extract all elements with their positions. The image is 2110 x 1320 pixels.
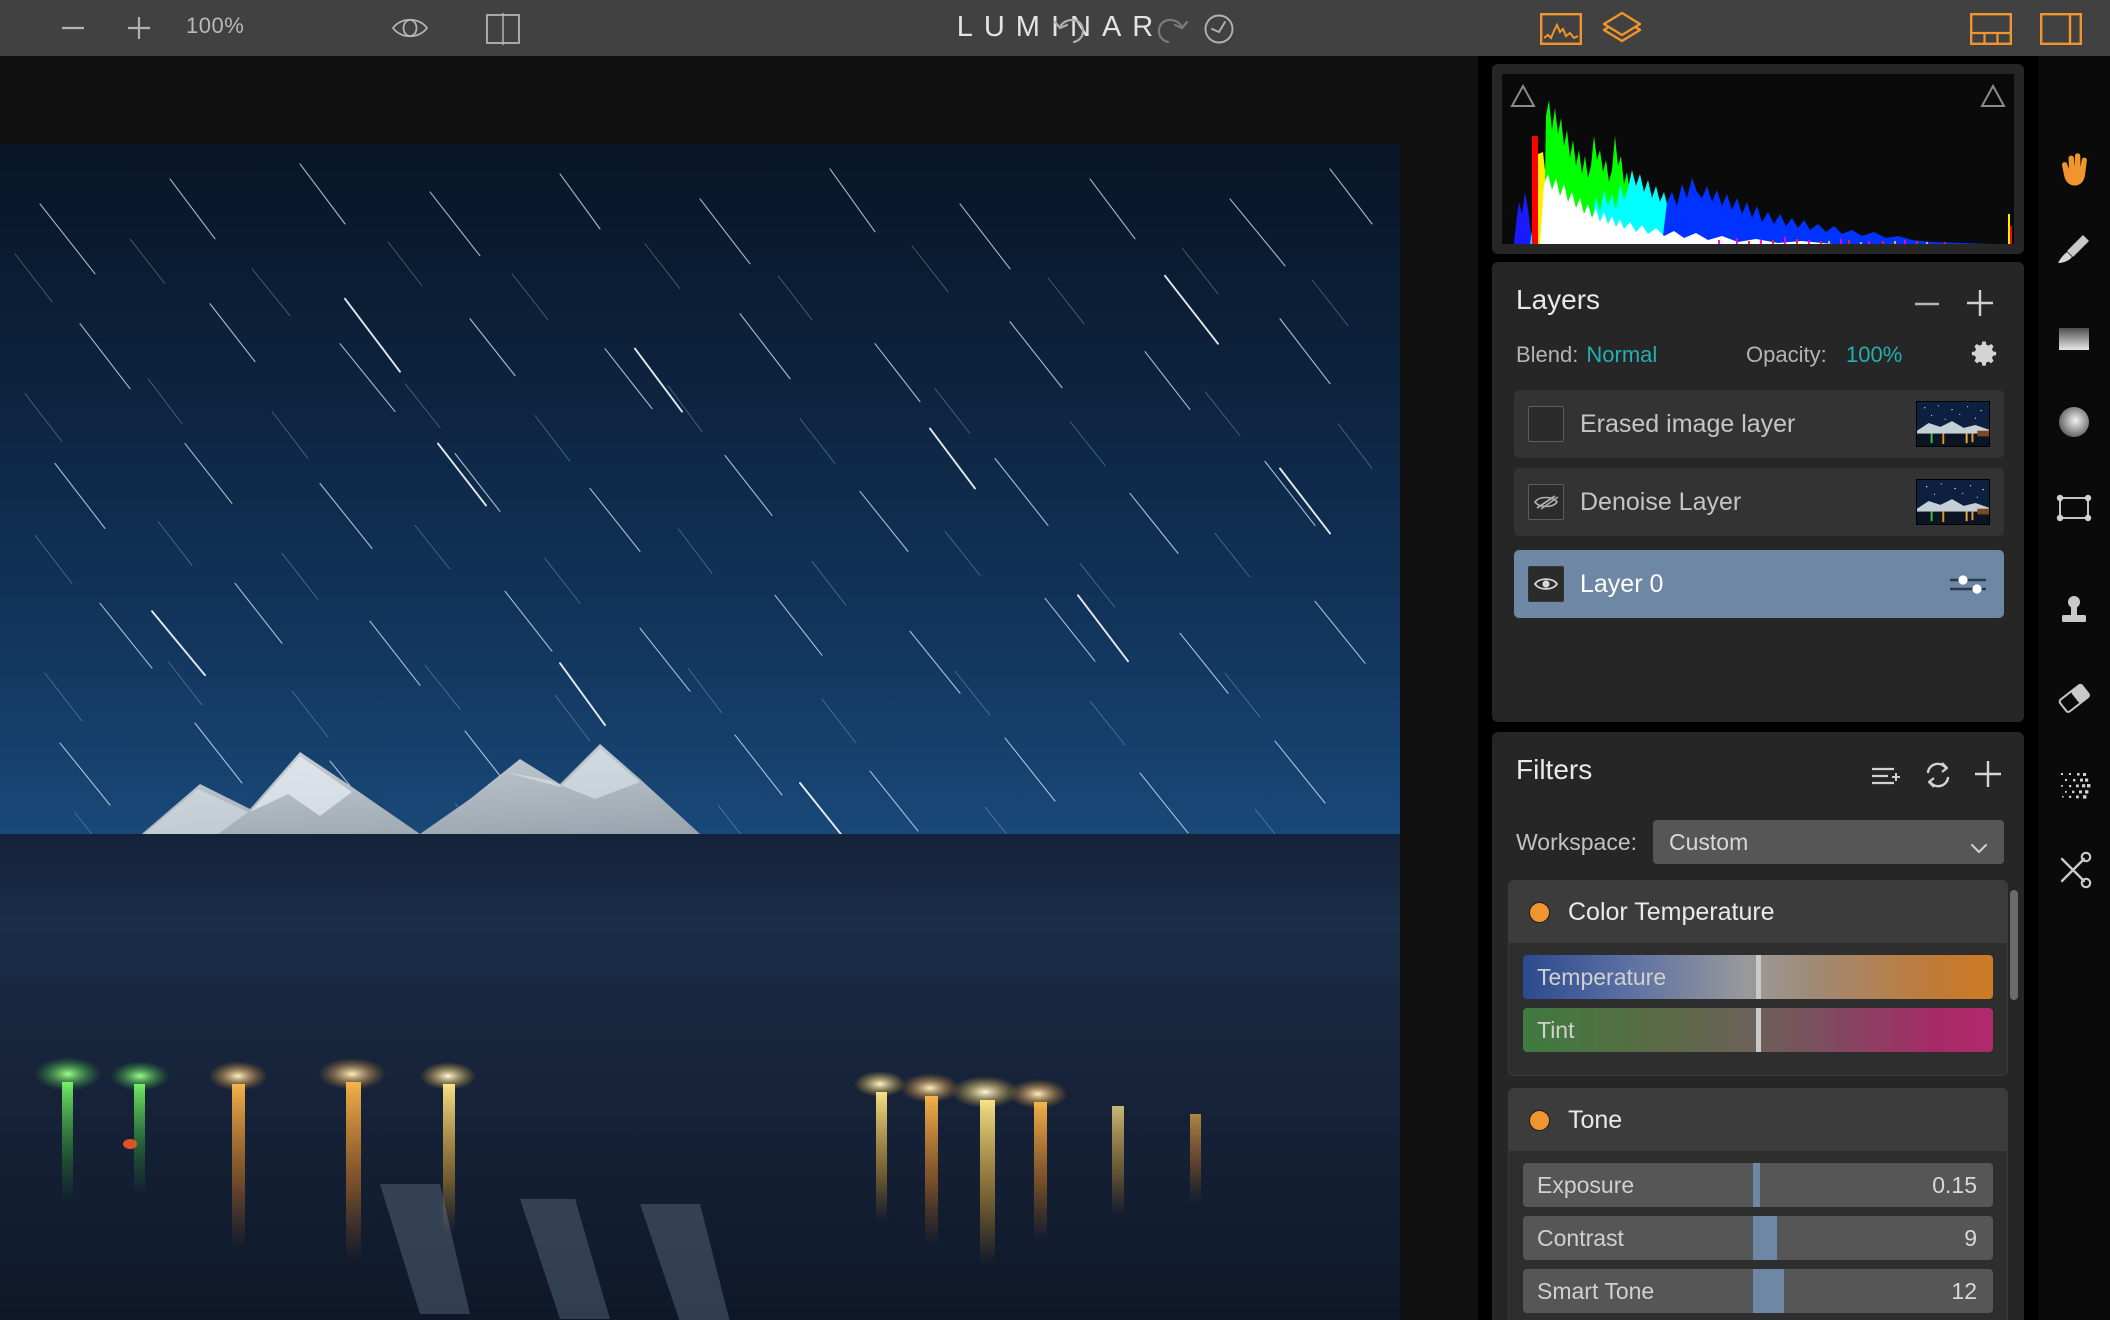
slider-tint[interactable]: Tint — [1523, 1008, 1993, 1052]
slider-temperature[interactable]: Temperature — [1523, 955, 1993, 999]
slider-handle[interactable] — [1755, 955, 1761, 999]
add-layer-button[interactable] — [1964, 287, 1996, 319]
layers-stack-toggle-icon[interactable] — [1600, 10, 1644, 48]
canvas-area[interactable] — [0, 56, 1478, 1320]
workspace-row: Workspace: Custom — [1516, 820, 2004, 864]
empty-checkbox-icon[interactable] — [1528, 406, 1564, 442]
histogram-plot[interactable] — [1502, 74, 2014, 244]
slider-value: 9 — [1964, 1225, 1977, 1251]
filter-enabled-dot-icon[interactable] — [1529, 1109, 1550, 1131]
gear-icon[interactable] — [1970, 340, 1998, 368]
sliders-icon[interactable] — [1948, 572, 1988, 596]
filter-card-tone[interactable]: Tone Exposure 0.15 Contrast 9 Smart Tone… — [1508, 1088, 2008, 1320]
filter-card-color-temperature[interactable]: Color Temperature Temperature Tint — [1508, 880, 2008, 1076]
layers-panel: Layers Blend: Normal Opacity: 100% Erase… — [1492, 262, 2024, 722]
workspace-select[interactable]: Custom — [1653, 820, 2004, 864]
layer-name: Erased image layer — [1580, 409, 1796, 438]
top-toolbar: 100% LUMINAR — [0, 0, 2110, 56]
opacity-value[interactable]: 100% — [1846, 342, 1902, 368]
filter-name: Color Temperature — [1568, 897, 1775, 926]
layer-thumbnail[interactable] — [1916, 479, 1990, 525]
layer-name: Layer 0 — [1580, 569, 1664, 598]
remove-layer-button[interactable] — [1912, 290, 1942, 318]
filters-panel: Filters Workspace: Custom Color Temperat… — [1492, 732, 2024, 1320]
linear-gradient-mask-icon[interactable] — [2050, 314, 2098, 362]
tools-strip — [2038, 56, 2110, 1320]
eraser-icon[interactable] — [2050, 674, 2098, 722]
eye-slash-icon[interactable] — [1528, 484, 1564, 520]
photo-preview[interactable] — [0, 144, 1400, 1320]
filter-body: Temperature Tint — [1509, 943, 2007, 1075]
layers-panel-title: Layers — [1516, 284, 1601, 315]
layer-row[interactable]: Erased image layer — [1514, 390, 2004, 458]
histogram-panel[interactable] — [1492, 64, 2024, 254]
filters-panel-title: Filters — [1516, 754, 1593, 785]
layer-row[interactable]: Denoise Layer — [1514, 468, 2004, 536]
slider-contrast[interactable]: Contrast 9 — [1523, 1216, 1993, 1260]
filter-body: Exposure 0.15 Contrast 9 Smart Tone 12 — [1509, 1151, 2007, 1320]
slider-label: Tint — [1537, 1017, 1575, 1043]
highlight-clipping-triangle[interactable] — [1980, 83, 2006, 108]
slider-label: Exposure — [1537, 1172, 1635, 1198]
redo-icon[interactable] — [1152, 12, 1190, 46]
right-panel-column: Layers Blend: Normal Opacity: 100% Erase… — [1478, 56, 2038, 1320]
undo-icon[interactable] — [1052, 12, 1090, 46]
slider-label: Temperature — [1537, 964, 1667, 990]
right-panel-toggle-icon[interactable] — [2040, 13, 2082, 45]
slider-handle[interactable] — [1755, 1008, 1761, 1052]
add-filter-to-list-icon[interactable] — [1870, 762, 1902, 790]
scissors-icon[interactable] — [2050, 846, 2098, 894]
sync-refresh-icon[interactable] — [1922, 760, 1954, 790]
slider-label: Smart Tone — [1537, 1278, 1655, 1304]
transform-crop-icon[interactable] — [2050, 484, 2098, 532]
bottom-panel-toggle-icon[interactable] — [1970, 13, 2012, 45]
workspace-selected-value: Custom — [1669, 828, 1749, 855]
brush-icon[interactable] — [2050, 226, 2098, 274]
pan-hand-icon[interactable] — [2050, 144, 2098, 192]
filters-list[interactable]: Color Temperature Temperature Tint Tone … — [1508, 880, 2008, 1320]
slider-value: 0.15 — [1932, 1172, 1977, 1198]
layer-name: Denoise Layer — [1580, 487, 1742, 516]
add-filter-button[interactable] — [1972, 758, 2004, 790]
shadow-clipping-triangle[interactable] — [1510, 83, 1536, 108]
shore-lights-and-reflections — [34, 1057, 1201, 1320]
workspace-label: Workspace: — [1516, 828, 1638, 855]
slider-value: 12 — [1951, 1278, 1977, 1304]
filter-header[interactable]: Tone — [1509, 1089, 2007, 1151]
filters-scrollbar-thumb[interactable] — [2010, 890, 2018, 1000]
filter-header[interactable]: Color Temperature — [1509, 881, 2007, 943]
history-clock-icon[interactable] — [1200, 12, 1238, 46]
clone-stamp-icon[interactable] — [2050, 588, 2098, 636]
filter-enabled-dot-icon[interactable] — [1529, 901, 1550, 923]
blend-value[interactable]: Normal — [1586, 342, 1657, 368]
layer-row[interactable]: Layer 0 — [1514, 550, 2004, 618]
slider-exposure[interactable]: Exposure 0.15 — [1523, 1163, 1993, 1207]
chevron-down-icon — [1970, 834, 1988, 854]
blend-label: Blend: — [1516, 342, 1579, 367]
layer-thumbnail[interactable] — [1916, 401, 1990, 447]
filters-scrollbar[interactable] — [2010, 890, 2018, 1310]
filter-name: Tone — [1568, 1105, 1623, 1134]
histogram-toggle-icon[interactable] — [1540, 13, 1582, 45]
luminar-app-window: 100% LUMINAR Layers Blend: Normal Opacit… — [0, 0, 2110, 1320]
opacity-label: Opacity: — [1746, 342, 1827, 367]
denoise-dither-icon[interactable] — [2050, 760, 2098, 808]
eye-icon[interactable] — [1528, 566, 1564, 602]
slider-label: Contrast — [1537, 1225, 1624, 1251]
slider-smart-tone[interactable]: Smart Tone 12 — [1523, 1269, 1993, 1313]
radial-gradient-mask-icon[interactable] — [2050, 398, 2098, 446]
blend-opacity-row: Blend: Normal Opacity: 100% — [1516, 340, 2002, 370]
histogram-rgb-curve — [1502, 74, 2014, 244]
